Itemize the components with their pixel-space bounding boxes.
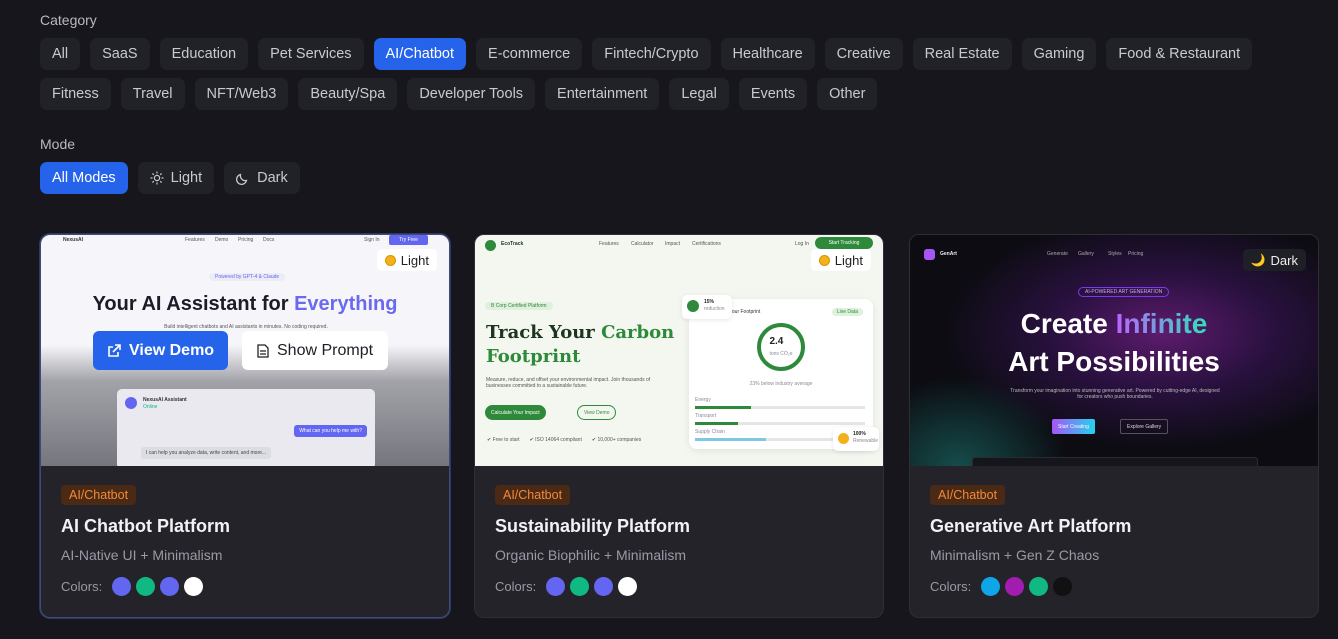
preview-body: Build intelligent chatbots and AI assist… xyxy=(164,324,328,330)
category-chip-beauty-spa[interactable]: Beauty/Spa xyxy=(298,78,398,110)
category-chip-events[interactable]: Events xyxy=(738,78,808,110)
mode-chip-dark[interactable]: Dark xyxy=(224,162,300,194)
category-chip-pet-services[interactable]: Pet Services xyxy=(258,38,364,70)
mode-filter: All Modes Light Dark xyxy=(40,162,1330,194)
category-chip-fintech-crypto[interactable]: Fintech/Crypto xyxy=(592,38,711,70)
template-card-generative-art[interactable]: GenArt Generate Gallery Styles Pricing A… xyxy=(909,234,1319,618)
color-swatch xyxy=(136,577,156,596)
card-title: AI Chatbot Platform xyxy=(61,516,230,536)
preview-pill: Powered by GPT-4 & Claude xyxy=(209,273,286,281)
preview-pill: AI-POWERED ART GENERATION xyxy=(1078,287,1170,297)
mode-chip-light[interactable]: Light xyxy=(137,162,215,194)
card-preview[interactable]: EcoTrack Features Calculator Impact Cert… xyxy=(475,235,883,466)
color-swatch xyxy=(160,577,180,596)
color-palette: Colors: xyxy=(930,577,1298,596)
color-swatch xyxy=(594,577,614,596)
document-icon xyxy=(257,343,269,358)
preview-pill: B Corp Certified Platform xyxy=(485,302,553,310)
color-swatch xyxy=(112,577,132,596)
preview-body: Transform your imagination into stunning… xyxy=(1010,388,1220,400)
mode-badge: 🌙 Dark xyxy=(1242,249,1306,271)
category-chip-saas[interactable]: SaaS xyxy=(90,38,150,70)
color-swatch xyxy=(1029,577,1049,596)
card-subtitle: Minimalism + Gen Z Chaos xyxy=(930,547,1100,563)
category-chip-ai-chatbot[interactable]: AI/Chatbot xyxy=(373,38,467,70)
preview-canvas xyxy=(972,457,1258,466)
template-card-sustainability[interactable]: EcoTrack Features Calculator Impact Cert… xyxy=(474,234,884,618)
category-chip-all[interactable]: All xyxy=(40,38,81,70)
card-preview[interactable]: NexusAI Features Demo Pricing Docs Sign … xyxy=(41,235,449,466)
category-tag: AI/Chatbot xyxy=(930,485,1006,505)
color-palette: Colors: xyxy=(495,577,863,596)
color-palette: Colors: xyxy=(61,577,429,596)
card-subtitle: Organic Biophilic + Minimalism xyxy=(495,547,687,563)
category-chip-real-estate[interactable]: Real Estate xyxy=(912,38,1012,70)
category-filter: All SaaS Education Pet Services AI/Chatbot E-… xyxy=(40,38,1330,110)
category-chip-developer-tools[interactable]: Developer Tools xyxy=(407,78,536,110)
color-swatch xyxy=(981,577,1001,596)
float-card-renewable: 100% Renewable xyxy=(833,427,879,451)
preview-chat: NexusAI Assistant Online What can you he… xyxy=(117,389,375,466)
sun-icon xyxy=(150,171,164,185)
preview-hero: Your AI Assistant for Everything xyxy=(92,293,398,315)
category-chip-fitness[interactable]: Fitness xyxy=(40,78,111,110)
moon-icon: 🌙 xyxy=(1250,253,1266,267)
category-chip-creative[interactable]: Creative xyxy=(824,38,903,70)
preview-body: Measure, reduce, and offset your environ… xyxy=(486,377,651,389)
category-label: Category xyxy=(40,12,97,28)
show-prompt-button[interactable]: Show Prompt xyxy=(242,331,389,370)
card-title: Generative Art Platform xyxy=(930,516,1132,536)
mode-badge: Light xyxy=(376,249,437,271)
moon-icon xyxy=(236,173,248,185)
template-card-ai-chatbot[interactable]: NexusAI Features Demo Pricing Docs Sign … xyxy=(40,234,450,618)
preview-nav: NexusAI Features Demo Pricing Docs Sign … xyxy=(41,235,449,247)
mode-chip-all-modes[interactable]: All Modes xyxy=(40,162,128,194)
card-subtitle: AI-Native UI + Minimalism xyxy=(61,547,223,563)
preview-hero: Track Your Carbon Footprint xyxy=(486,322,675,367)
view-demo-button[interactable]: View Demo xyxy=(93,331,229,370)
color-swatch xyxy=(570,577,590,596)
mode-label: Mode xyxy=(40,136,76,152)
mode-chip-label: All Modes xyxy=(52,170,116,186)
preview-hero: Create Infinite Art Possibilities xyxy=(1008,308,1220,377)
category-tag: AI/Chatbot xyxy=(61,485,137,505)
mode-badge: Light xyxy=(810,249,871,271)
category-tag: AI/Chatbot xyxy=(495,485,571,505)
color-swatch xyxy=(184,577,204,596)
card-title: Sustainability Platform xyxy=(495,516,691,536)
category-chip-e-commerce[interactable]: E-commerce xyxy=(476,38,583,70)
external-link-icon xyxy=(108,343,121,357)
preview-checks: ✔ Free to start ✔ ISO 14064 compliant ✔ … xyxy=(487,437,642,443)
sun-icon xyxy=(384,254,396,266)
float-card-reduction: 15% reduction xyxy=(682,295,732,319)
mode-chip-label: Light xyxy=(170,170,203,186)
category-chip-food-restaurant[interactable]: Food & Restaurant xyxy=(1106,38,1253,70)
mode-chip-label: Dark xyxy=(257,170,288,186)
card-preview[interactable]: GenArt Generate Gallery Styles Pricing A… xyxy=(910,235,1318,466)
category-chip-nft-web3[interactable]: NFT/Web3 xyxy=(194,78,289,110)
category-chip-gaming[interactable]: Gaming xyxy=(1021,38,1097,70)
color-swatch xyxy=(546,577,566,596)
category-chip-legal[interactable]: Legal xyxy=(669,78,729,110)
color-swatch xyxy=(1053,577,1073,596)
sun-icon xyxy=(818,254,830,266)
category-chip-entertainment[interactable]: Entertainment xyxy=(545,78,660,110)
category-chip-travel[interactable]: Travel xyxy=(120,78,185,110)
category-chip-education[interactable]: Education xyxy=(159,38,249,70)
color-swatch xyxy=(1005,577,1025,596)
category-chip-healthcare[interactable]: Healthcare xyxy=(720,38,815,70)
category-chip-other[interactable]: Other xyxy=(817,78,878,110)
color-swatch xyxy=(618,577,638,596)
